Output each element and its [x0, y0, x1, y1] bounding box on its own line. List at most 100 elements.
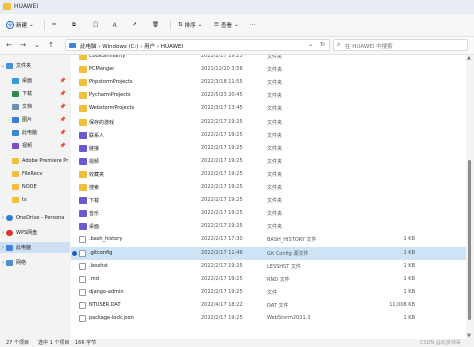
file-row[interactable]: 链接 2022/2/17 19:25 文件夹 — [71, 142, 466, 155]
search-input[interactable]: ⌕ 在 HUAWEI 中搜索 — [333, 39, 468, 51]
file-row[interactable]: 下载 2022/2/17 19:25 文件夹 — [71, 194, 466, 207]
search-placeholder: 在 HUAWEI 中搜索 — [345, 44, 393, 50]
pin-icon: 📌 — [59, 116, 66, 123]
chevron-down-icon[interactable]: ⌄ — [308, 41, 313, 48]
sidebar-item-onedrive[interactable]: › OneDrive - Persona — [0, 212, 70, 223]
file-row[interactable]: .gitconfig 2022/2/17 11:46 Git Config 源文件 1… — [71, 246, 466, 260]
file-row[interactable]: .rnd 2022/2/17 19:25 RND 文件 1 KB — [71, 273, 466, 286]
folder-icon — [79, 223, 87, 231]
file-date: 2022/3/17 13:45 — [201, 105, 243, 112]
more-button[interactable]: ··· — [250, 19, 255, 31]
file-row[interactable]: 保存的游戏 2022/2/17 19:25 文件夹 — [71, 116, 466, 129]
breadcrumb[interactable]: 此电脑 › Windows (C:) › 用户 › HUAWEI — [80, 42, 183, 50]
arrow-left-icon: ← — [6, 41, 12, 49]
refresh-icon[interactable]: ↻ — [320, 41, 325, 48]
file-name: django-admin — [89, 288, 124, 295]
file-name: 联系人 — [89, 132, 105, 139]
sidebar-item-label: FileRecv — [22, 170, 43, 177]
view-button[interactable]: ☰ 查看 ⌄ — [214, 19, 239, 31]
forward-button[interactable]: → — [18, 40, 28, 50]
file-name: package-lock.json — [89, 315, 134, 321]
back-button[interactable]: ← — [4, 40, 14, 50]
file-row[interactable]: WebstormProjects 2022/3/17 13:45 文件夹 — [71, 102, 466, 115]
scroll-up-icon[interactable]: ▲ — [467, 55, 471, 61]
sidebar-item-wps-drive[interactable]: › WPS网盘 — [0, 227, 70, 238]
sidebar-item-label: 下载 — [22, 91, 33, 97]
file-row[interactable]: PycharmProjects 2022/5/23 20:45 文件夹 — [71, 89, 466, 102]
sidebar-item-this-pc[interactable]: › 此电脑 — [0, 242, 70, 253]
sidebar-item-downloads[interactable]: 下载 📌 — [0, 88, 70, 99]
file-row[interactable]: .lesshst 2022/2/17 19:25 LESSHST 文件 1 KB — [71, 260, 466, 273]
paste-button[interactable]: 📋 — [92, 19, 99, 31]
rename-button[interactable]: Ａ — [112, 19, 118, 31]
sidebar-item-ts[interactable]: ts — [0, 194, 70, 205]
file-type: 文件夹 — [267, 171, 283, 178]
sidebar-item-desktop[interactable]: 桌面 📌 — [0, 75, 70, 86]
sidebar-item-label: 文件夹 — [16, 63, 32, 69]
cut-button[interactable]: ✂ — [52, 19, 57, 31]
copy-button[interactable]: ⧉ — [72, 19, 76, 31]
file-type: 文件夹 — [267, 67, 283, 74]
recent-button[interactable]: ⌄ — [32, 40, 42, 50]
file-row[interactable]: PhpstormProjects 2022/3/18 11:55 文件夹 — [71, 76, 466, 89]
sort-button[interactable]: ⇅ 排序 ⌄ — [178, 19, 202, 31]
address-bar[interactable]: 此电脑 › Windows (C:) › 用户 › HUAWEI ⌄ ↻ — [65, 39, 330, 51]
file-row[interactable]: package-lock.json 2022/2/17 19:25 WebStorm… — [71, 312, 466, 325]
vertical-scrollbar[interactable]: ▲ ▼ — [466, 55, 474, 339]
file-type: RND 文件 — [267, 276, 290, 283]
file-name: 保存的游戏 — [89, 119, 115, 126]
file-row[interactable]: 收藏夹 2022/2/17 19:25 文件夹 — [71, 168, 466, 181]
folder-icon — [79, 92, 87, 100]
checkbox-icon[interactable] — [72, 250, 77, 256]
sidebar-item-folders[interactable]: ⌄ 文件夹 — [0, 60, 70, 71]
folder-icon — [79, 144, 87, 152]
file-row[interactable]: 联系人 2022/2/17 19:25 文件夹 — [71, 129, 466, 142]
network-icon — [6, 259, 13, 266]
computer-icon — [12, 129, 19, 136]
sidebar-item-filerecv[interactable]: FileRecv — [0, 168, 70, 179]
file-size: 1 KB — [403, 288, 415, 295]
watermark: CSDN @北京帅哥 — [420, 340, 461, 346]
file-row[interactable]: django-admin 2022/2/17 19:25 文件 1 KB — [71, 286, 466, 299]
file-row[interactable]: 桌面 2022/2/17 19:25 文件夹 — [71, 220, 466, 233]
file-type: BASH_HISTORY 文件 — [267, 237, 317, 244]
delete-button[interactable]: 🗑 — [152, 19, 159, 31]
file-row[interactable]: 视频 2022/2/17 19:25 文件夹 — [71, 155, 466, 168]
sidebar-item-label: 此电脑 — [16, 245, 32, 251]
arrow-up-icon: ↑ — [48, 41, 54, 49]
folder-icon — [79, 118, 87, 126]
folder-icon — [12, 170, 19, 177]
file-type: 文件夹 — [267, 132, 283, 139]
file-row[interactable]: 音乐 2022/2/17 19:25 文件夹 — [71, 207, 466, 220]
share-button[interactable]: ↗ — [132, 19, 137, 31]
command-bar: + 新建 ⌄ ✂ ⧉ 📋 Ａ ↗ 🗑 ⇅ 排序 ⌄ ☰ 查看 ⌄ ··· — [0, 14, 474, 37]
file-date: 2022/2/17 19:25 — [201, 55, 243, 59]
scrollbar-thumb[interactable] — [468, 160, 471, 320]
file-type: 文件夹 — [267, 158, 283, 165]
file-name: 收藏夹 — [89, 171, 105, 178]
computer-icon — [69, 43, 76, 48]
file-name: WebstormProjects — [89, 105, 135, 112]
file-row[interactable]: NTUSER.DAT 2022/4/17 18:22 DAT 文件 11,008 KB — [71, 299, 466, 312]
sidebar-item-node[interactable]: NODE — [0, 181, 70, 192]
sidebar-item-network[interactable]: › 网络 — [0, 257, 70, 268]
file-type: 文件夹 — [267, 185, 283, 191]
up-button[interactable]: ↑ — [46, 40, 56, 50]
sidebar-item-videos[interactable]: 视频 📌 — [0, 140, 70, 151]
new-button[interactable]: + 新建 ⌄ — [6, 19, 34, 31]
sidebar-item-this-pc-quick[interactable]: 此电脑 📌 — [0, 127, 70, 138]
file-row[interactable]: PCManger 2021/12/20 3:58 文件夹 — [71, 63, 466, 76]
sidebar-item-documents[interactable]: 文档 📌 — [0, 101, 70, 112]
toolbar-divider — [170, 20, 171, 30]
more-label: ··· — [250, 22, 256, 28]
sidebar-item-pictures[interactable]: 图片 📌 — [0, 114, 70, 125]
file-date: 2022/2/17 19:25 — [201, 197, 243, 204]
file-row[interactable]: 搜索 2022/2/17 19:25 文件夹 — [71, 181, 466, 194]
file-row[interactable]: .bash_history 2022/2/17 17:30 BASH_HISTORY… — [71, 233, 466, 246]
file-size: 1 KB — [403, 249, 415, 256]
sidebar-item-adobe-premiere[interactable]: Adobe Premiere Pr — [0, 155, 70, 166]
picture-icon — [12, 116, 19, 123]
file-row[interactable]: CodeSimilarity 2022/2/17 19:25 文件夹 — [71, 55, 466, 63]
file-icon — [79, 301, 86, 309]
file-date: 2022/2/17 11:46 — [201, 249, 243, 256]
